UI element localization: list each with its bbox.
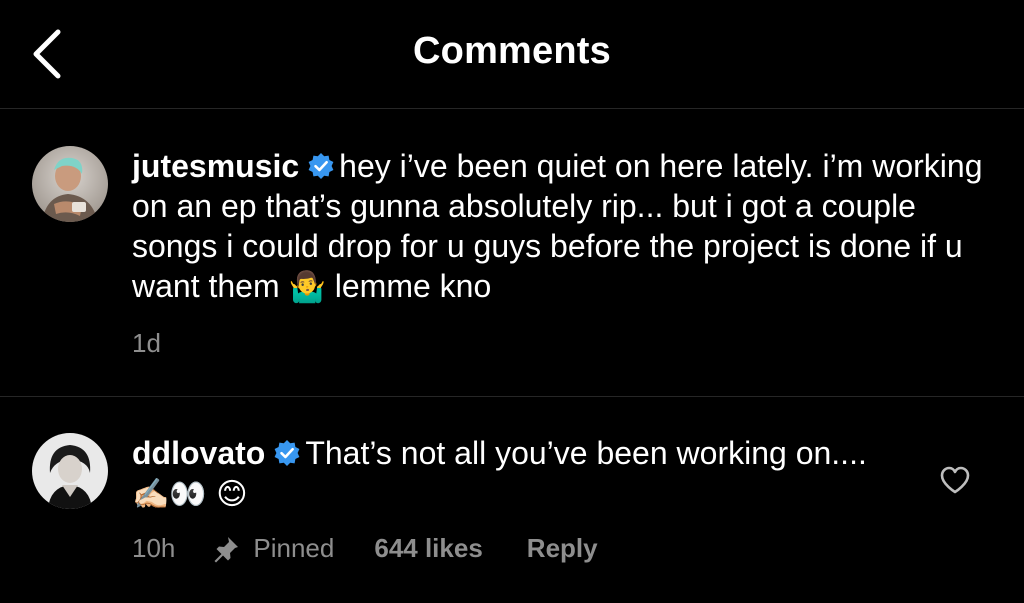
comment-text: jutesmusic hey i’ve been quiet on here la…	[132, 146, 992, 308]
like-button[interactable]	[938, 463, 972, 497]
comment-timestamp: 10h	[132, 533, 176, 563]
reply-button[interactable]: Reply	[527, 533, 598, 564]
likes-count-link[interactable]: 644 likes	[374, 533, 482, 564]
comment-meta: 1d	[132, 328, 197, 359]
avatar[interactable]	[32, 146, 108, 222]
pinned-indicator: Pinned	[211, 533, 334, 564]
comment-username[interactable]: ddlovato	[132, 435, 265, 471]
heart-outline-icon	[940, 466, 970, 494]
comment-body-end: lemme kno	[325, 268, 492, 304]
comment-body: That’s not all you’ve been working on...…	[305, 435, 867, 471]
header-bar: Comments	[0, 0, 1024, 109]
page-title: Comments	[413, 30, 611, 72]
comment-item: jutesmusic hey i’ve been quiet on here la…	[0, 108, 1024, 397]
avatar[interactable]	[32, 433, 108, 509]
comment-text: ddlovato That’s not all you’ve been worki…	[132, 433, 912, 515]
pin-icon	[214, 536, 239, 562]
writing-eyes-smile-emojis: ✍🏻👀 😊	[132, 477, 248, 512]
comment-meta: 10h Pinned 644 likes Reply	[132, 533, 598, 564]
comment-item: ddlovato That’s not all you’ve been worki…	[0, 397, 1024, 603]
shrug-emoji: 🤷‍♂️	[288, 270, 326, 305]
verified-badge-icon	[308, 153, 334, 179]
pinned-label: Pinned	[253, 533, 335, 563]
comment-username[interactable]: jutesmusic	[132, 148, 299, 184]
verified-badge-icon	[274, 440, 300, 466]
comment-timestamp: 1d	[132, 328, 161, 358]
